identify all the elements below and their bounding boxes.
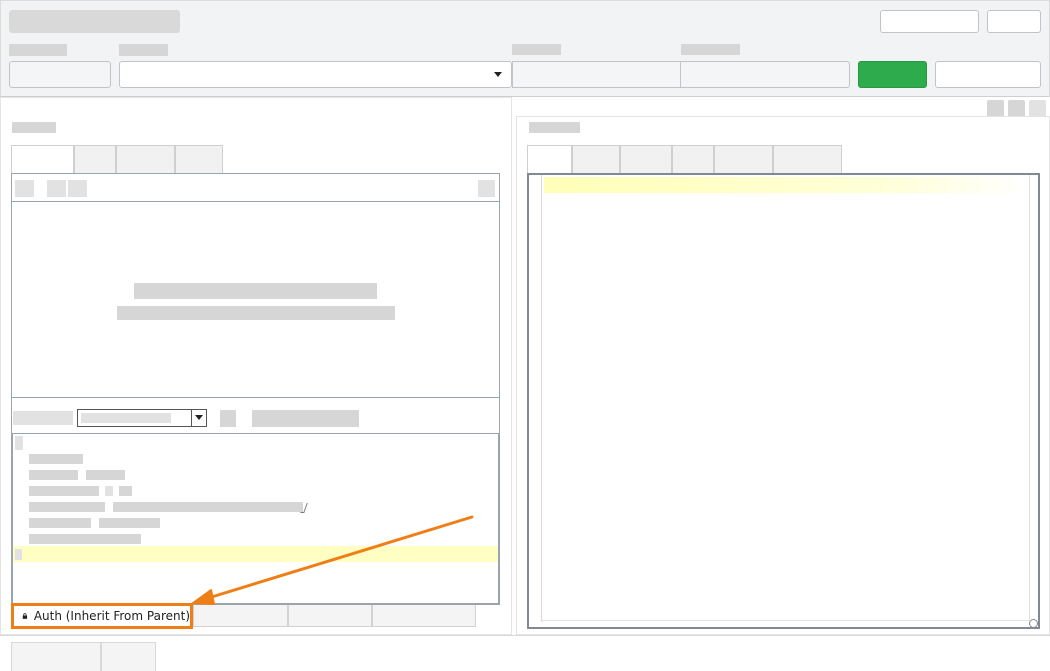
annotation-arrow bbox=[192, 515, 474, 605]
